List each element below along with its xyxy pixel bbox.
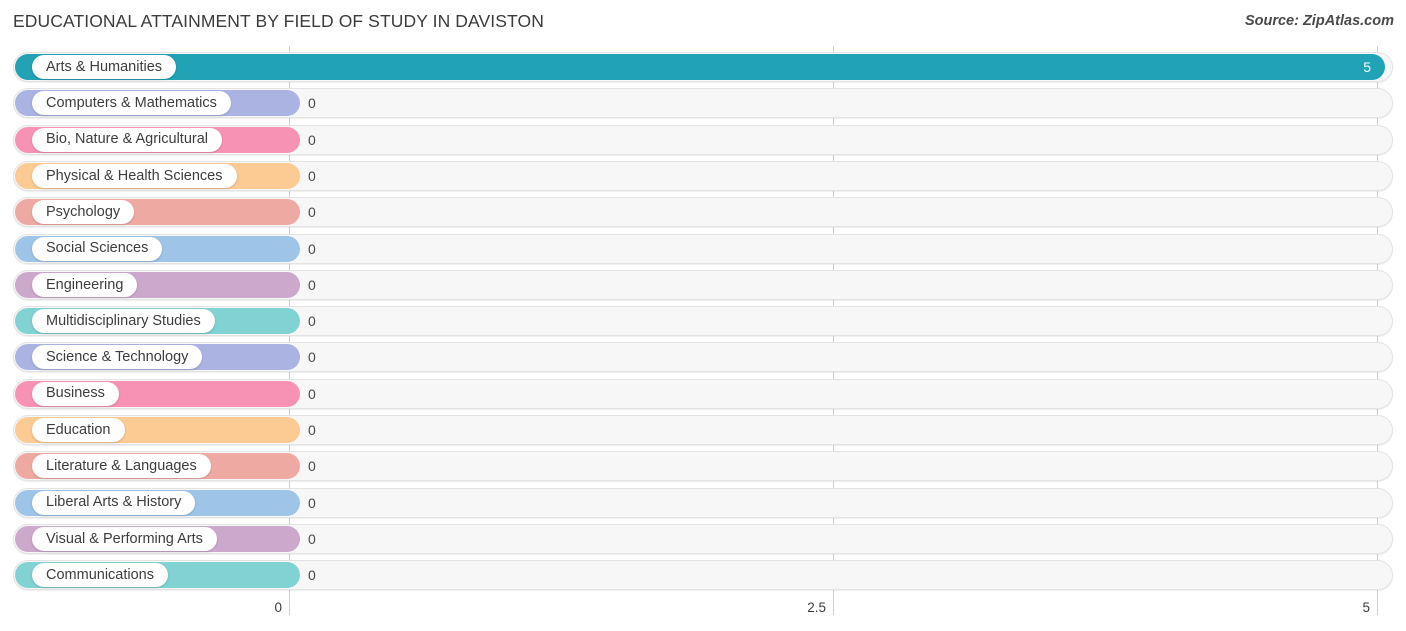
x-axis-tick-label: 5 (1362, 600, 1370, 615)
chart-row[interactable]: 0 Engineering (13, 269, 1393, 300)
chart-header: EDUCATIONAL ATTAINMENT BY FIELD OF STUDY… (0, 0, 1406, 45)
bar-value-label: 0 (308, 240, 316, 257)
category-label-capsule: Science & Technology (32, 345, 203, 370)
category-label: Visual & Performing Arts (46, 530, 203, 547)
bar-value-label: 0 (308, 276, 316, 293)
category-label-capsule: Education (32, 418, 125, 442)
bar-value-label: 0 (308, 422, 316, 438)
category-label-capsule: Visual & Performing Arts (32, 526, 217, 551)
bar-value-label: 0 (308, 385, 316, 402)
bar-value-label: 0 (308, 204, 316, 221)
category-label-capsule: Engineering (32, 272, 138, 297)
category-label-capsule: Physical & Health Sciences (32, 163, 237, 188)
category-label: Liberal Arts & History (46, 494, 182, 511)
bar: 5 (15, 54, 1385, 80)
source-attribution: Source: ZipAtlas.com (1244, 13, 1394, 29)
category-label: Bio, Nature & Agricultural (46, 131, 208, 148)
chart-row[interactable]: 0 Communications (13, 560, 1393, 591)
x-axis: 0 2.5 5 (0, 595, 1406, 631)
category-label: Social Sciences (46, 240, 149, 257)
bar-value-label: 0 (308, 131, 316, 148)
category-label: Literature & Languages (46, 458, 197, 475)
bar-value-label: 0 (308, 494, 316, 511)
category-label: Physical & Health Sciences (46, 167, 223, 184)
category-label-capsule: Arts & Humanities (32, 55, 177, 79)
chart-row[interactable]: 0 Psychology (13, 197, 1393, 228)
x-axis-tick-label: 2.5 (807, 600, 826, 615)
category-label-capsule: Bio, Nature & Agricultural (32, 127, 222, 152)
category-label-capsule: Computers & Mathematics (32, 91, 231, 116)
page-title: EDUCATIONAL ATTAINMENT BY FIELD OF STUDY… (13, 11, 544, 31)
bar-value-label: 0 (308, 349, 316, 366)
chart-row[interactable]: 0 Education (13, 415, 1393, 445)
chart-plot-area: 5 Arts & Humanities 0 Computers & Mathemati… (0, 46, 1406, 595)
chart-row[interactable]: 0 Visual & Performing Arts (13, 523, 1393, 554)
category-label-capsule: Literature & Languages (32, 454, 211, 479)
chart-row[interactable]: 0 Business (13, 378, 1393, 409)
tick-mark-0 (289, 595, 290, 615)
bar-value-label: 0 (308, 167, 316, 184)
category-label: Computers & Mathematics (46, 95, 217, 112)
category-label: Arts & Humanities (46, 58, 163, 75)
x-axis-tick-label: 0 (274, 600, 282, 615)
chart-row[interactable]: 0 Science & Technology (13, 342, 1393, 373)
category-label: Communications (46, 566, 154, 583)
category-label-capsule: Social Sciences (32, 236, 163, 261)
bar-value-label: 5 (1363, 59, 1371, 75)
bar-value-label: 0 (308, 567, 316, 584)
tick-mark-2.5 (833, 595, 834, 615)
chart-row[interactable]: 5 Arts & Humanities (13, 52, 1393, 82)
category-label: Education (46, 421, 111, 438)
chart-row[interactable]: 0 Computers & Mathematics (13, 88, 1393, 119)
tick-mark-5 (1377, 595, 1378, 615)
category-label-capsule: Business (32, 381, 119, 406)
category-label-capsule: Multidisciplinary Studies (32, 309, 215, 334)
bar-value-label: 0 (308, 530, 316, 547)
category-label-capsule: Psychology (32, 200, 135, 225)
bar-value-label: 0 (308, 458, 316, 475)
category-label: Multidisciplinary Studies (46, 312, 201, 329)
chart-row[interactable]: 0 Liberal Arts & History (13, 487, 1393, 518)
category-label: Science & Technology (46, 349, 189, 366)
category-label-capsule: Communications (32, 563, 168, 588)
chart-row[interactable]: 0 Literature & Languages (13, 451, 1393, 482)
category-label: Engineering (46, 276, 124, 293)
chart-row[interactable]: 0 Social Sciences (13, 233, 1393, 264)
bar-value-label: 0 (308, 313, 316, 330)
chart-row[interactable]: 0 Bio, Nature & Agricultural (13, 124, 1393, 155)
chart-row[interactable]: 0 Physical & Health Sciences (13, 160, 1393, 191)
category-label: Psychology (46, 203, 121, 220)
bar-value-label: 0 (308, 95, 316, 112)
category-label: Business (46, 385, 105, 402)
chart-row[interactable]: 0 Multidisciplinary Studies (13, 306, 1393, 337)
category-label-capsule: Liberal Arts & History (32, 490, 196, 515)
